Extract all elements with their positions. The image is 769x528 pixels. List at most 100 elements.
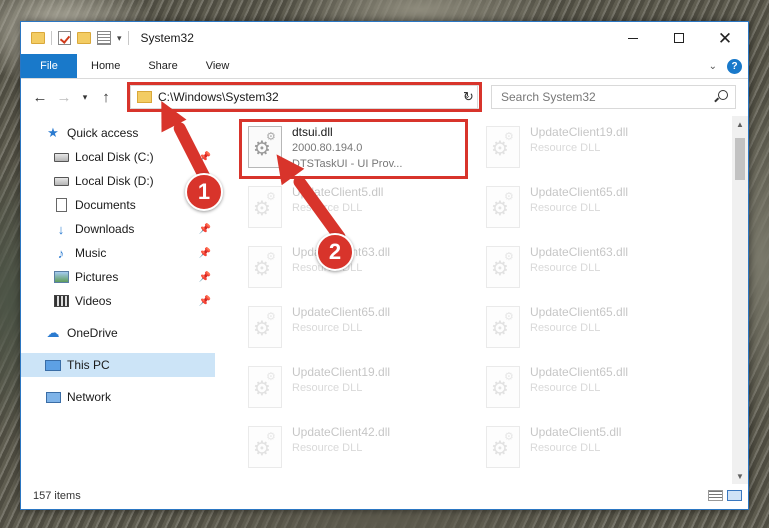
tab-file[interactable]: File [21, 54, 77, 78]
ribbon-right-controls: ⌄ ? [709, 59, 742, 74]
pictures-icon [53, 270, 69, 284]
file-item[interactable]: UpdateClient19.dll Resource DLL [241, 360, 461, 420]
sidebar-item-pictures[interactable]: Pictures 📌 [21, 265, 215, 289]
window-title: System32 [140, 31, 194, 45]
sidebar-item-label: Pictures [75, 270, 119, 284]
file-item[interactable]: UpdateClient65.dll Resource DLL [479, 360, 699, 420]
sidebar-item-label: Documents [75, 198, 136, 212]
file-item[interactable]: UpdateClient19.dll Resource DLL [479, 120, 699, 180]
close-button[interactable]: ✕ [702, 22, 748, 54]
maximize-button[interactable] [656, 22, 702, 54]
minimize-icon [628, 37, 638, 39]
minimize-button[interactable] [610, 22, 656, 54]
pin-icon[interactable]: 📌 [199, 272, 211, 283]
sidebar-item-downloads[interactable]: ↓ Downloads 📌 [21, 217, 215, 241]
search-placeholder: Search System32 [501, 90, 596, 104]
search-input[interactable]: Search System32 [491, 85, 736, 109]
file-description: Resource DLL [530, 202, 601, 214]
downloads-icon: ↓ [57, 221, 65, 237]
file-item[interactable]: UpdateClient5.dllResource DLL [241, 180, 461, 240]
sidebar-item-label: Local Disk (D:) [75, 174, 154, 188]
details-view-icon[interactable] [708, 490, 723, 501]
tab-home[interactable]: Home [77, 54, 134, 78]
scroll-up-icon[interactable]: ▲ [732, 116, 748, 132]
file-description: Resource DLL [292, 322, 363, 334]
dll-file-icon [248, 366, 282, 408]
recent-locations-button[interactable]: ▾ [77, 85, 93, 109]
dll-file-icon [486, 306, 520, 348]
drive-icon [53, 150, 69, 164]
forward-button[interactable]: → [53, 85, 75, 109]
file-description: Resource DLL [530, 142, 601, 154]
new-folder-icon[interactable] [77, 32, 91, 44]
dll-file-icon [486, 246, 520, 288]
tab-view[interactable]: View [192, 54, 244, 78]
dll-file-icon [486, 426, 520, 468]
scroll-thumb[interactable] [735, 138, 745, 180]
tiles-view-icon[interactable] [727, 490, 742, 501]
dll-file-icon [486, 366, 520, 408]
drive-icon [53, 174, 69, 188]
file-name: UpdateClient65.dll [292, 305, 391, 319]
sidebar-item-label: Local Disk (C:) [75, 150, 154, 164]
toolbar-separator [51, 31, 52, 45]
refresh-button[interactable]: ↻ [458, 85, 480, 109]
dll-file-icon [486, 186, 520, 228]
file-name: UpdateClient19.dll [292, 365, 391, 379]
file-description: DTSTaskUI - UI Prov... [292, 158, 403, 170]
file-item[interactable]: UpdateClient65.dll Resource DLL [479, 180, 699, 240]
file-description: Resource DLL [530, 442, 601, 454]
sidebar-item-label: Videos [75, 294, 112, 308]
dll-file-icon [486, 126, 520, 168]
file-item[interactable]: UpdateClient65.dll Resource DLL [241, 300, 461, 360]
item-count: 157 items [33, 490, 81, 502]
network-icon [45, 390, 61, 404]
file-item[interactable]: UpdateClient5.dll Resource DLL [479, 420, 699, 480]
help-icon[interactable]: ? [727, 59, 742, 74]
file-name: UpdateClient19.dll [530, 125, 629, 139]
file-name: UpdateClient5.dll [530, 425, 622, 439]
customize-toolbar-chevron-icon[interactable]: ▾ [117, 33, 122, 44]
onedrive-icon: ☁ [46, 325, 60, 340]
properties-check-icon[interactable] [58, 31, 71, 45]
sidebar-item-this-pc[interactable]: This PC [21, 353, 215, 377]
sidebar-item-videos[interactable]: Videos 📌 [21, 289, 215, 313]
file-description: Resource DLL [292, 382, 363, 394]
pin-icon[interactable]: 📌 [199, 224, 211, 235]
search-icon[interactable] [718, 90, 728, 100]
sidebar-item-onedrive[interactable]: ☁ OneDrive [21, 321, 215, 345]
tab-share[interactable]: Share [134, 54, 191, 78]
this-pc-icon [45, 358, 61, 372]
main-content: ★ Quick access Local Disk (C:) 📌 Local D… [21, 116, 748, 484]
address-bar[interactable]: C:\Windows\System32 ⌄ [130, 85, 478, 109]
pin-icon[interactable]: 📌 [199, 248, 211, 259]
address-folder-icon [137, 91, 152, 103]
file-name: UpdateClient63.dll [530, 245, 629, 259]
file-version: 2000.80.194.0 [292, 142, 363, 154]
status-bar: 157 items [21, 483, 748, 509]
scroll-down-icon[interactable]: ▼ [732, 468, 748, 484]
folder-icon [31, 32, 45, 44]
file-item[interactable]: UpdateClient63.dll Resource DLL [479, 240, 699, 300]
file-description: Resource DLL [292, 442, 363, 454]
sidebar-item-network[interactable]: Network [21, 385, 215, 409]
expand-ribbon-chevron-icon[interactable]: ⌄ [709, 61, 717, 72]
rename-icon[interactable] [97, 31, 111, 45]
videos-icon [53, 294, 69, 308]
sidebar-item-music[interactable]: ♪ Music 📌 [21, 241, 215, 265]
up-button[interactable]: ↑ [95, 85, 117, 109]
dll-file-icon [248, 306, 282, 348]
vertical-scrollbar[interactable]: ▲ ▼ [732, 116, 748, 484]
sidebar-item-label: Music [75, 246, 107, 260]
back-button[interactable]: ← [29, 85, 51, 109]
sidebar-item-label: OneDrive [67, 326, 118, 340]
pin-icon[interactable]: 📌 [199, 296, 211, 307]
callout-badge-2: 2 [316, 233, 354, 271]
file-item[interactable]: UpdateClient65.dll Resource DLL [479, 300, 699, 360]
file-item[interactable]: UpdateClient42.dll Resource DLL [241, 420, 461, 480]
file-name: UpdateClient65.dll [530, 365, 629, 379]
close-icon: ✕ [717, 28, 733, 48]
callout-badge-1: 1 [185, 173, 223, 211]
navigation-bar: ← → ▾ ↑ C:\Windows\System32 ⌄ ↻ Search S… [21, 79, 748, 115]
file-name: UpdateClient42.dll [292, 425, 391, 439]
